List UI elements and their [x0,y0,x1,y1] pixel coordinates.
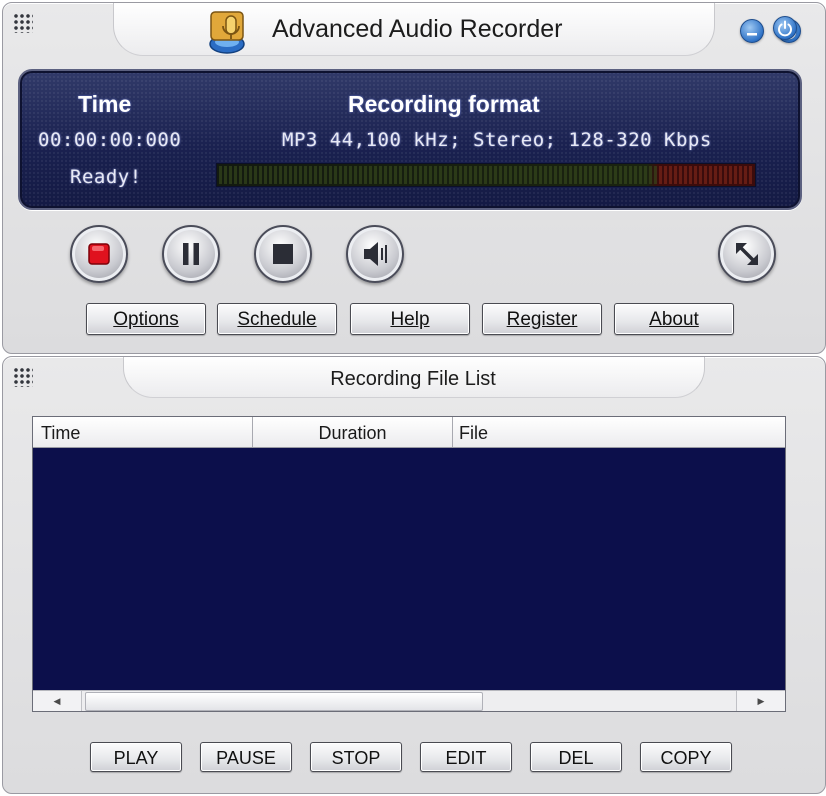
file-list-close-button[interactable] [773,16,797,40]
edit-button[interactable]: EDIT [420,742,512,772]
drag-grip-icon[interactable] [13,13,33,33]
microphone-logo-icon [205,6,255,56]
help-button[interactable]: Help [350,303,470,335]
list-header: Time Duration File [33,417,785,448]
app-title: Advanced Audio Recorder [272,15,563,43]
about-button[interactable]: About [614,303,734,335]
horizontal-scrollbar[interactable]: ◀ ▶ [33,690,785,711]
delete-button[interactable]: DEL [530,742,622,772]
format-readout: MP3 44,100 kHz; Stereo; 128-320 Kbps [282,129,712,151]
column-header-file[interactable]: File [453,417,785,447]
copy-button[interactable]: COPY [640,742,732,772]
column-header-time[interactable]: Time [33,417,253,447]
scroll-right-icon[interactable]: ▶ [736,691,785,711]
time-label: Time [78,91,132,117]
expand-icon [736,243,758,265]
time-readout: 00:00:00:000 [38,129,182,151]
level-meter [216,163,756,187]
stop-file-button[interactable]: STOP [310,742,402,772]
minimize-button[interactable] [740,19,764,43]
scroll-left-icon[interactable]: ◀ [33,691,82,711]
recording-file-list[interactable]: Time Duration File ◀ ▶ [32,416,786,712]
play-button[interactable]: PLAY [90,742,182,772]
register-button[interactable]: Register [482,303,602,335]
schedule-button[interactable]: Schedule [217,303,337,335]
options-button[interactable]: Options [86,303,206,335]
pause-button[interactable] [162,225,220,283]
recording-format-label: Recording format [348,91,540,117]
stop-icon [273,244,293,264]
record-icon [88,243,110,265]
stop-button[interactable] [254,225,312,283]
pause-icon [183,243,199,265]
pause-file-button[interactable]: PAUSE [200,742,292,772]
power-icon [778,20,792,37]
level-meter-peak-zone [659,166,753,184]
volume-button[interactable] [346,225,404,283]
record-button[interactable] [70,225,128,283]
column-header-duration[interactable]: Duration [253,417,453,447]
file-list-title: Recording File List [330,368,496,390]
scrollbar-thumb[interactable] [85,692,483,711]
minimize-icon [747,33,757,36]
status-text: Ready! [70,166,142,188]
expand-button[interactable] [718,225,776,283]
volume-icon [364,242,387,266]
recording-display: Time Recording format 00:00:00:000 MP3 4… [18,69,802,210]
